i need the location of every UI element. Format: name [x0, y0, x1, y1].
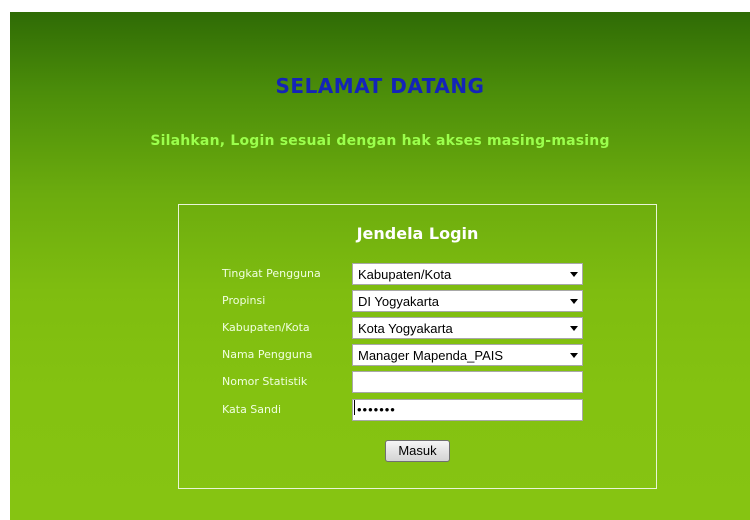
kabupaten-kota-label: Kabupaten/Kota: [222, 321, 310, 334]
field-row-nomor-statistik: Nomor Statistik: [222, 371, 642, 393]
field-row-nama-pengguna: Nama Pengguna Manager Mapenda_PAIS: [222, 344, 642, 366]
chevron-down-icon: [570, 353, 578, 358]
tingkat-pengguna-select[interactable]: Kabupaten/Kota: [352, 263, 583, 285]
chevron-down-icon: [570, 299, 578, 304]
nomor-statistik-label: Nomor Statistik: [222, 375, 308, 388]
field-row-kabupaten-kota: Kabupaten/Kota Kota Yogyakarta: [222, 317, 642, 339]
nomor-statistik-input[interactable]: [352, 371, 583, 393]
field-row-propinsi: Propinsi DI Yogyakarta: [222, 290, 642, 312]
page-background: SELAMAT DATANG Silahkan, Login sesuai de…: [10, 12, 750, 520]
kata-sandi-value: •••••••: [357, 402, 396, 417]
field-row-tingkat-pengguna: Tingkat Pengguna Kabupaten/Kota: [222, 263, 642, 285]
welcome-heading: SELAMAT DATANG: [275, 74, 485, 98]
tingkat-pengguna-label: Tingkat Pengguna: [222, 267, 321, 280]
kata-sandi-input[interactable]: •••••••: [352, 399, 583, 421]
tingkat-pengguna-value: Kabupaten/Kota: [358, 267, 452, 282]
propinsi-value: DI Yogyakarta: [358, 294, 439, 309]
login-panel-title: Jendela Login: [356, 224, 479, 243]
nama-pengguna-label: Nama Pengguna: [222, 348, 313, 361]
nama-pengguna-value: Manager Mapenda_PAIS: [358, 348, 504, 363]
kata-sandi-label: Kata Sandi: [222, 403, 282, 416]
kabupaten-kota-value: Kota Yogyakarta: [358, 321, 453, 336]
chevron-down-icon: [570, 326, 578, 331]
login-instruction: Silahkan, Login sesuai dengan hak akses …: [150, 133, 610, 149]
chevron-down-icon: [570, 272, 578, 277]
masuk-button[interactable]: Masuk: [385, 440, 450, 462]
login-panel: Jendela Login Tingkat Pengguna Kabupaten…: [178, 204, 657, 489]
propinsi-select[interactable]: DI Yogyakarta: [352, 290, 583, 312]
nama-pengguna-select[interactable]: Manager Mapenda_PAIS: [352, 344, 583, 366]
text-cursor: [354, 400, 355, 415]
kabupaten-kota-select[interactable]: Kota Yogyakarta: [352, 317, 583, 339]
propinsi-label: Propinsi: [222, 294, 266, 307]
field-row-kata-sandi: Kata Sandi •••••••: [222, 399, 642, 421]
